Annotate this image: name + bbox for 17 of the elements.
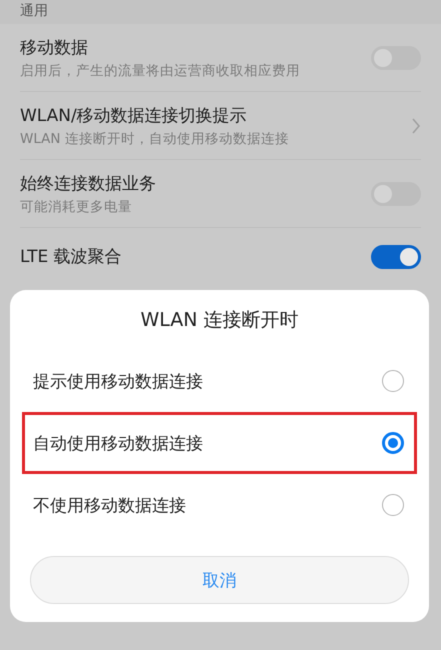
option-label[interactable]: 自动使用移动数据连接 xyxy=(33,432,382,454)
setting-description: WLAN 连接断开时，自动使用移动数据连接 xyxy=(20,130,290,148)
dialog-title: WLAN 连接断开时 xyxy=(140,309,299,331)
section-header: 通用 xyxy=(20,2,48,21)
option-label[interactable]: 不使用移动数据连接 xyxy=(33,494,382,516)
chevron-right-icon[interactable] xyxy=(411,116,421,134)
setting-title: LTE 载波聚合 xyxy=(20,246,123,268)
setting-description: 可能消耗更多电量 xyxy=(20,198,133,216)
radio-button[interactable] xyxy=(382,370,404,392)
setting-title: 移动数据 xyxy=(20,36,89,58)
setting-description: 启用后，产生的流量将由运营商收取相应费用 xyxy=(20,62,301,80)
setting-title: 始终连接数据业务 xyxy=(20,172,157,194)
toggle-switch[interactable] xyxy=(371,245,421,269)
radio-button[interactable] xyxy=(382,432,404,454)
option-label[interactable]: 提示使用移动数据连接 xyxy=(33,370,382,392)
setting-title: WLAN/移动数据连接切换提示 xyxy=(20,104,248,126)
radio-button[interactable] xyxy=(382,494,404,516)
